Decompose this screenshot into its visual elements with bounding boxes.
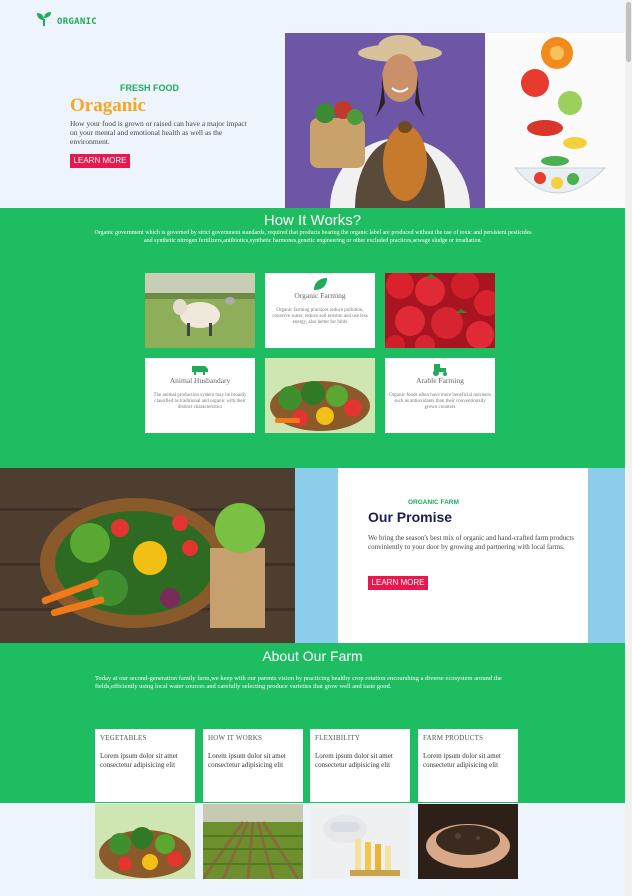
- hero-eyebrow: FRESH FOOD: [120, 83, 180, 93]
- card-title: Arable Farming: [416, 376, 464, 385]
- card-title: Organic Farming: [294, 291, 346, 300]
- soil-hands-photo: [418, 804, 518, 879]
- feature-card-text: Lorem ipsum dolor sit amet consectetur a…: [423, 752, 501, 769]
- our-promise-section: ORGANIC FARM Our Promise We bring the se…: [0, 468, 625, 643]
- sprout-icon[interactable]: [36, 11, 52, 27]
- farmer-woman-photo: [285, 33, 485, 208]
- card-text: The animal production system may be broa…: [153, 393, 247, 410]
- navbar: ORGANIC: [0, 0, 625, 30]
- promise-title: Our Promise: [368, 509, 453, 525]
- how-it-works-title: How It Works?: [263, 212, 362, 229]
- feature-card-vegetables[interactable]: VEGETABLES Lorem ipsum dolor sit amet co…: [95, 729, 195, 802]
- promise-description: We bring the season's best mix of organi…: [368, 534, 575, 551]
- brand-name[interactable]: ORGANIC: [57, 17, 97, 27]
- about-intro: Today at our second-generation family fa…: [95, 675, 502, 690]
- scrollbar-thumb[interactable]: [626, 2, 631, 62]
- feature-card-title: HOW IT WORKS: [208, 734, 263, 742]
- animal-husbandry-card[interactable]: Animal Husbandary The animal production …: [145, 358, 255, 433]
- crop-field-photo: [203, 804, 303, 879]
- feature-card-flexibility[interactable]: FLEXIBILITY Lorem ipsum dolor sit amet c…: [310, 729, 410, 802]
- sheep-photo: [145, 273, 255, 348]
- our-promise-panel: ORGANIC FARM Our Promise We bring the se…: [338, 468, 588, 643]
- feature-card-text: Lorem ipsum dolor sit amet consectetur a…: [100, 752, 178, 769]
- vegetables-photo: [95, 804, 195, 879]
- hero-section: FRESH FOOD Oraganic How your food is gro…: [0, 33, 625, 208]
- feature-card-how-it-works[interactable]: HOW IT WORKS Lorem ipsum dolor sit amet …: [203, 729, 303, 802]
- feature-card-title: FARM PRODUCTS: [423, 734, 484, 742]
- falling-vegetables-photo: [485, 33, 625, 208]
- tractor-icon: [433, 364, 447, 376]
- lab-test-tubes-photo: [310, 804, 410, 879]
- feature-card-text: Lorem ipsum dolor sit amet consectetur a…: [315, 752, 393, 769]
- feature-card-title: VEGETABLES: [100, 734, 147, 742]
- how-it-works-intro: Organic government which is governed by …: [94, 230, 532, 244]
- card-text: Organic farming practices reduce polluti…: [272, 308, 368, 325]
- leaf-icon: [314, 278, 327, 290]
- about-title: About Our Farm: [262, 648, 363, 664]
- vegetable-basket-large-photo: [0, 468, 295, 643]
- vegetable-basket-photo: [265, 358, 375, 433]
- hero-learn-more-button[interactable]: LEARN MORE: [70, 154, 130, 168]
- promise-eyebrow: ORGANIC FARM: [408, 499, 459, 506]
- strawberries-photo: [385, 273, 495, 348]
- card-text: Organic foods often have more beneficial…: [389, 393, 491, 410]
- card-title: Animal Husbandary: [169, 376, 231, 385]
- arable-farming-card[interactable]: Arable Farming Organic foods often have …: [385, 358, 495, 433]
- hero-title: Oraganic: [70, 95, 146, 116]
- feature-card-farm-products[interactable]: FARM PRODUCTS Lorem ipsum dolor sit amet…: [418, 729, 518, 802]
- hero-description: How your food is grown or raised can hav…: [70, 119, 247, 146]
- cow-icon: [192, 366, 208, 375]
- feature-card-text: Lorem ipsum dolor sit amet consectetur a…: [208, 752, 286, 769]
- organic-farming-card[interactable]: Organic Farming Organic farming practice…: [265, 273, 375, 348]
- feature-card-title: FLEXIBILITY: [315, 734, 360, 742]
- vertical-scrollbar[interactable]: [625, 0, 632, 896]
- promise-learn-more-button[interactable]: LEARN MORE: [368, 576, 428, 590]
